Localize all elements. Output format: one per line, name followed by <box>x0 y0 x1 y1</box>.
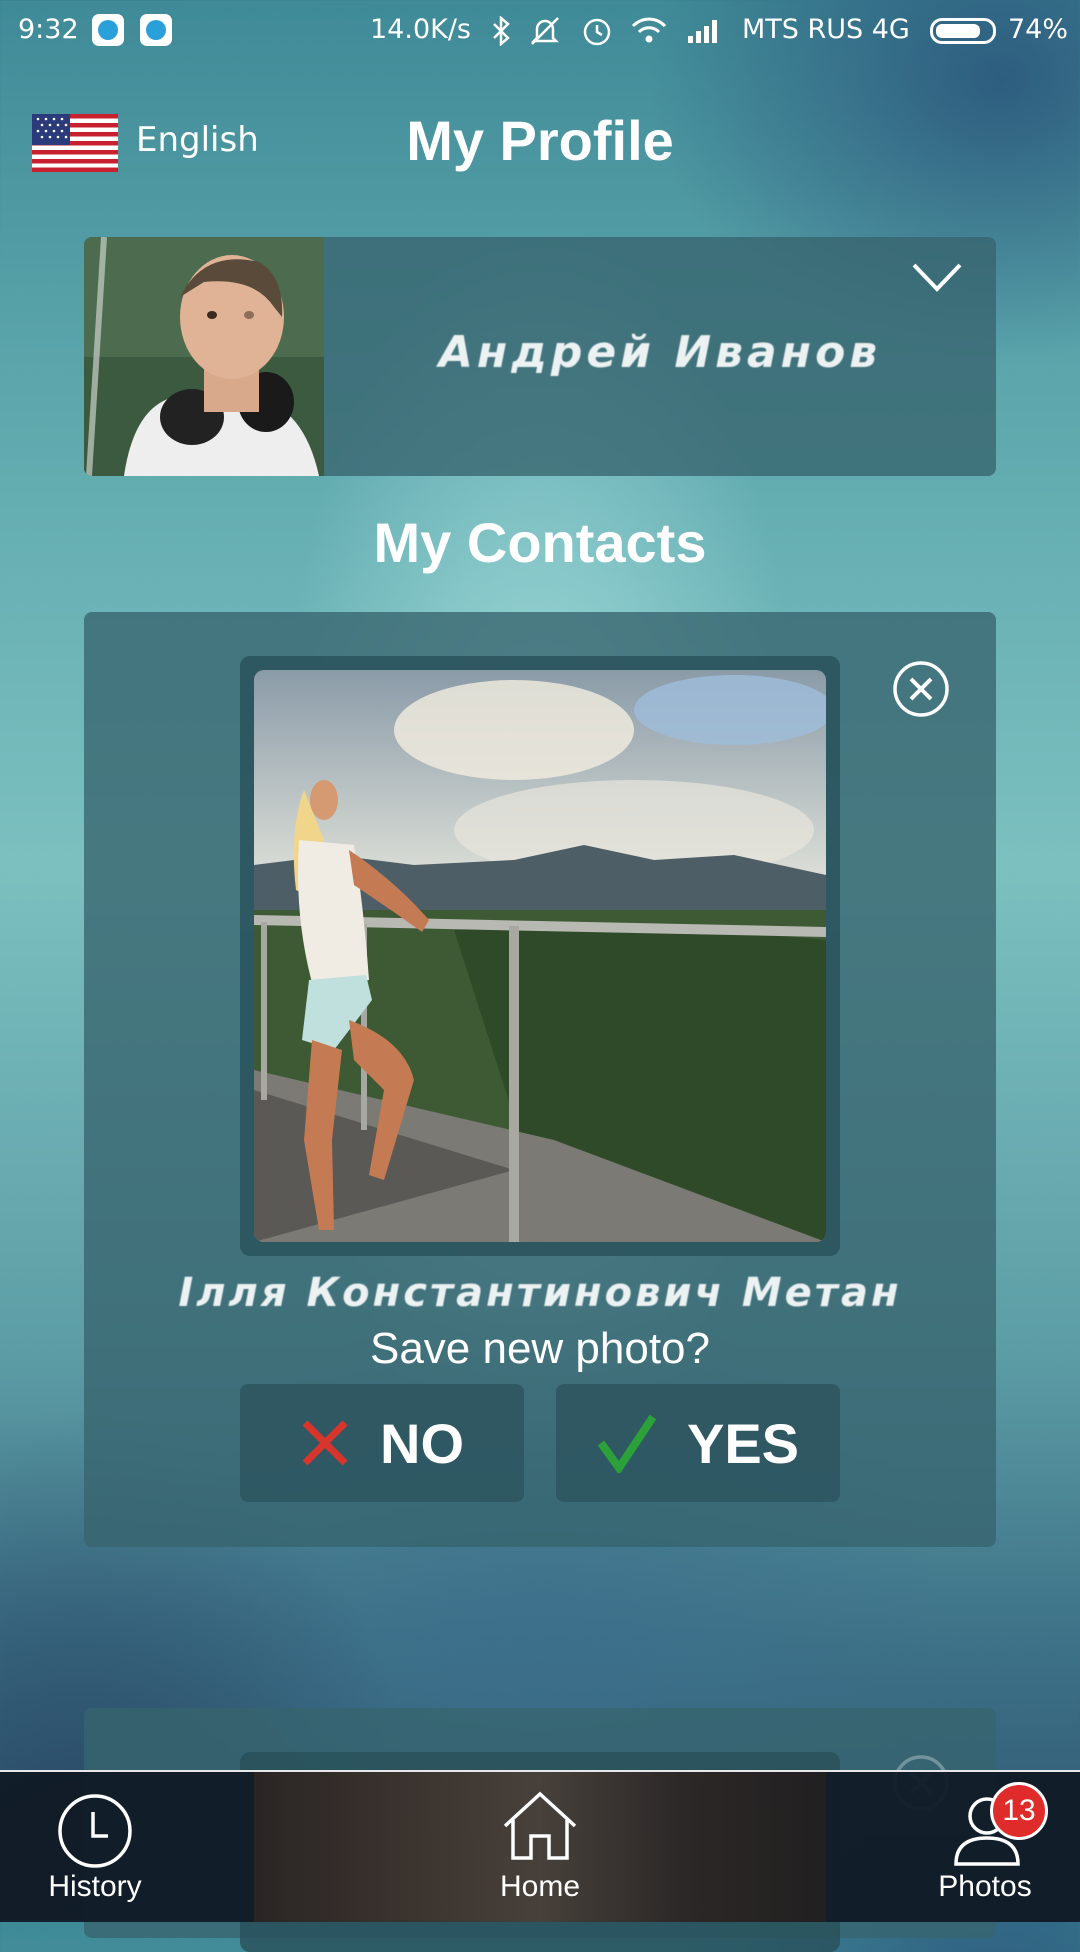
status-net-speed: 14.0K/s <box>370 14 471 45</box>
close-icon[interactable] <box>892 660 950 718</box>
home-icon <box>503 1791 577 1860</box>
battery-icon <box>930 18 996 44</box>
status-carrier: MTS RUS 4G <box>742 14 910 45</box>
alarm-icon <box>583 18 611 46</box>
no-button-label: NO <box>380 1411 464 1475</box>
bluetooth-icon <box>493 16 510 46</box>
profile-card[interactable]: Андрей Иванов <box>84 237 996 476</box>
yes-button-label: YES <box>686 1411 800 1475</box>
save-photo-prompt: Save new photo? <box>369 1324 711 1373</box>
signal-icon <box>688 20 717 43</box>
contact-name: Ілля Константинович Метан <box>178 1270 902 1316</box>
clock-icon <box>58 1794 132 1868</box>
mute-icon <box>530 17 560 45</box>
page-title: My Profile <box>406 109 674 172</box>
nav-home[interactable]: Home <box>465 1772 615 1922</box>
nav-history-label: History <box>48 1870 142 1903</box>
contacts-title: My Contacts <box>373 511 707 574</box>
yes-button[interactable]: YES <box>556 1384 840 1502</box>
status-battery: 74% <box>1008 14 1069 45</box>
contact-photo <box>254 670 826 1242</box>
profile-name: Андрей Иванов <box>438 327 882 378</box>
telegram-icon <box>92 14 124 46</box>
bottom-nav: History Home Photos <box>0 1770 1080 1922</box>
wifi-icon <box>631 17 667 43</box>
chevron-down-icon[interactable] <box>910 259 964 295</box>
status-bar: 9:32 14.0K/s MTS RUS 4G 74% <box>0 0 1080 62</box>
status-time: 9:32 <box>18 14 79 45</box>
nav-history[interactable]: History <box>20 1772 170 1922</box>
nav-home-label: Home <box>499 1870 581 1903</box>
contact-card: Ілля Константинович Метан Save new photo… <box>84 612 996 1547</box>
nav-photos-label: Photos <box>938 1870 1032 1903</box>
contact-photo-frame <box>240 656 840 1256</box>
profile-avatar <box>84 237 324 476</box>
telegram-icon <box>140 14 172 46</box>
cross-icon <box>302 1420 348 1466</box>
photos-badge: 13 <box>990 1782 1048 1840</box>
no-button[interactable]: NO <box>240 1384 524 1502</box>
check-icon <box>597 1414 657 1473</box>
